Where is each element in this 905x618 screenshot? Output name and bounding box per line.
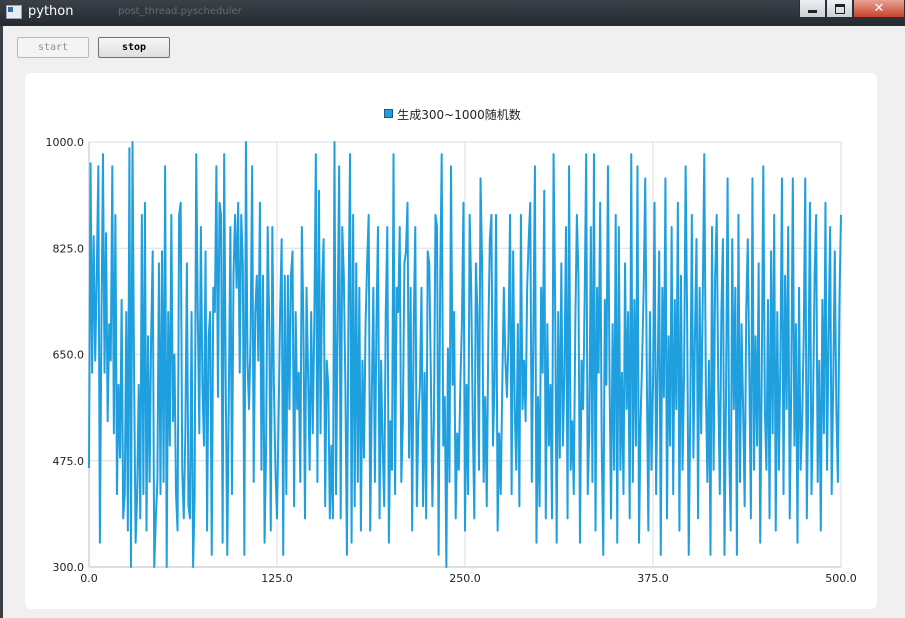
y-tick-label: 825.0 (53, 242, 85, 255)
y-tick-label: 475.0 (53, 455, 85, 468)
x-tick-label: 0.0 (80, 572, 98, 585)
y-tick-label: 650.0 (53, 349, 85, 362)
line-chart: 300.0475.0650.0825.01000.00.0 125.0 250.0 3… (46, 136, 857, 585)
y-tick-label: 1000.0 (46, 136, 85, 149)
x-tick-label: 125.0 (261, 572, 293, 585)
x-tick-label: 500.0 (825, 572, 857, 585)
x-tick-label: 375.0 (637, 572, 669, 585)
x-tick-label: 250.0 (449, 572, 481, 585)
